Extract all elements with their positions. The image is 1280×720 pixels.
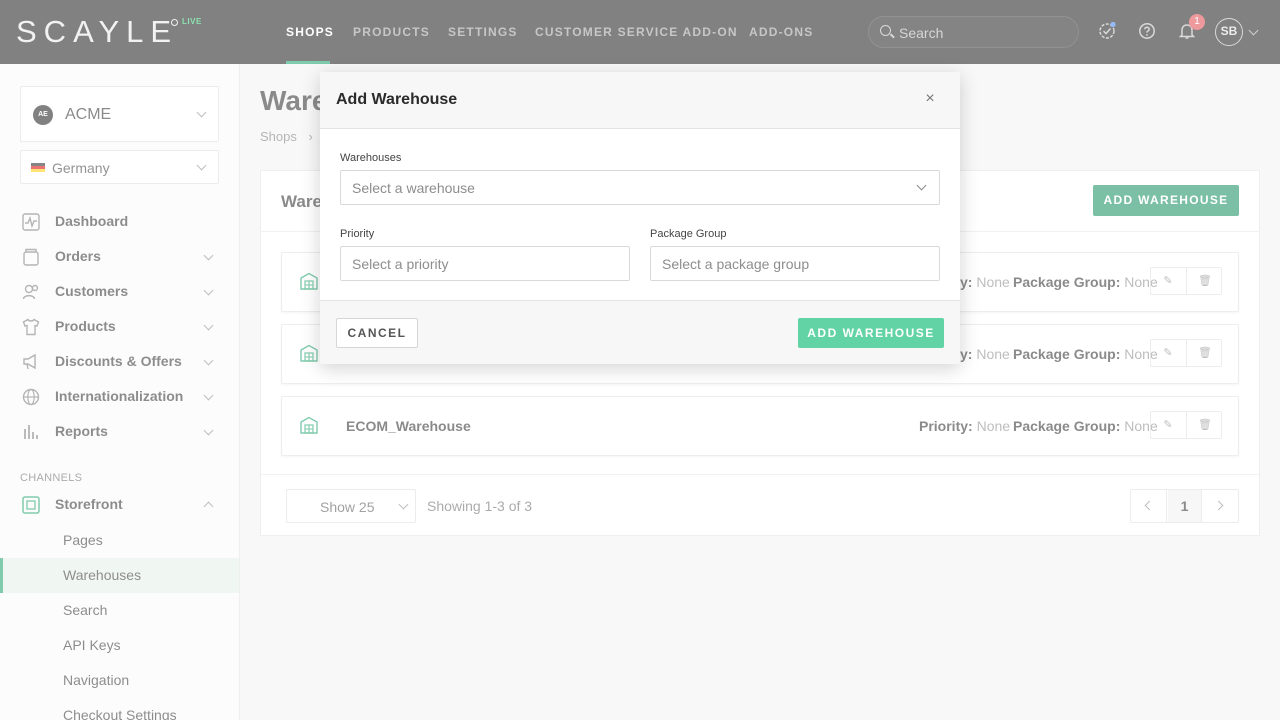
close-icon[interactable]: × xyxy=(922,91,938,107)
package-group-select[interactable]: Select a package group xyxy=(650,246,940,281)
warehouses-label: Warehouses xyxy=(340,152,402,164)
dialog-body: Warehouses Select a warehouse Priority S… xyxy=(320,129,960,301)
chevron-down-icon xyxy=(916,180,927,191)
add-warehouse-dialog: Add Warehouse × Warehouses Select a ware… xyxy=(320,72,960,364)
confirm-add-warehouse-button[interactable]: ADD WAREHOUSE xyxy=(798,318,944,348)
warehouse-select-placeholder: Select a warehouse xyxy=(352,180,475,196)
priority-placeholder: Select a priority xyxy=(352,256,449,272)
dialog-title: Add Warehouse xyxy=(336,91,458,108)
priority-select[interactable]: Select a priority xyxy=(340,246,630,281)
priority-label: Priority xyxy=(340,228,375,240)
cancel-button[interactable]: CANCEL xyxy=(336,318,418,348)
dialog-header: Add Warehouse × xyxy=(320,72,960,129)
package-group-placeholder: Select a package group xyxy=(662,256,810,272)
warehouse-select[interactable]: Select a warehouse xyxy=(340,170,940,205)
package-group-label: Package Group xyxy=(650,228,727,240)
